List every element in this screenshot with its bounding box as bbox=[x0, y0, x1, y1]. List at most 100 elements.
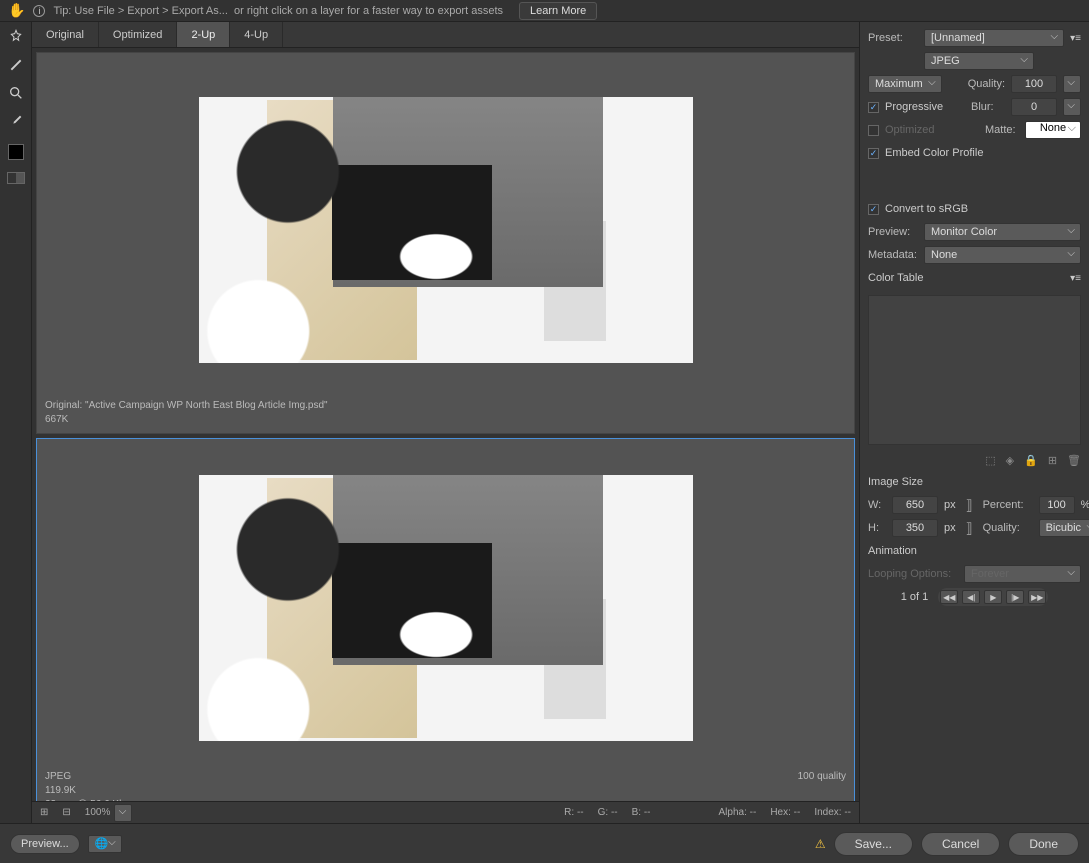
image-size-title: Image Size bbox=[868, 472, 1081, 492]
tab-2up[interactable]: 2-Up bbox=[177, 22, 230, 47]
metadata-label: Metadata: bbox=[868, 249, 918, 261]
optimized-label: Optimized bbox=[885, 124, 935, 136]
color-table-menu-icon[interactable]: ▾≡ bbox=[1070, 273, 1081, 284]
ct-icon-2[interactable]: ◈ bbox=[1006, 454, 1014, 467]
status-bar: ⊞ ⊟ 100% R: -- G: -- B: -- Alpha: -- Hex… bbox=[32, 801, 859, 823]
looping-select: Forever bbox=[964, 565, 1081, 583]
optimized-checkbox bbox=[868, 125, 879, 136]
width-label: W: bbox=[868, 499, 886, 511]
done-button[interactable]: Done bbox=[1008, 832, 1079, 856]
tab-4up[interactable]: 4-Up bbox=[230, 22, 283, 47]
optimized-quality: 100 quality bbox=[798, 770, 846, 784]
metadata-select[interactable]: None bbox=[924, 246, 1081, 264]
tab-optimized[interactable]: Optimized bbox=[99, 22, 178, 47]
compression-select[interactable]: Maximum bbox=[868, 75, 942, 93]
index-value: Index: -- bbox=[814, 807, 851, 818]
link-dimensions-icon[interactable]: ⟧ bbox=[962, 497, 977, 514]
zoom-value: 100% bbox=[85, 807, 111, 818]
resample-quality-label: Quality: bbox=[983, 522, 1033, 534]
matte-select[interactable]: None bbox=[1025, 121, 1081, 139]
eyedropper-tool[interactable] bbox=[4, 110, 28, 132]
g-value: G: -- bbox=[598, 807, 618, 818]
height-label: H: bbox=[868, 522, 886, 534]
layout-icon-1[interactable]: ⊞ bbox=[40, 807, 48, 818]
progressive-label: Progressive bbox=[885, 101, 943, 113]
preview-label: Preview: bbox=[868, 226, 918, 238]
cancel-button[interactable]: Cancel bbox=[921, 832, 1000, 856]
preview-button[interactable]: Preview... bbox=[10, 834, 80, 854]
width-input[interactable] bbox=[892, 496, 938, 514]
next-frame-button[interactable]: |▶ bbox=[1006, 590, 1024, 604]
original-preview-panel[interactable]: Original: "Active Campaign WP North East… bbox=[36, 52, 855, 434]
animation-title: Animation bbox=[868, 541, 1081, 561]
blur-label: Blur: bbox=[971, 101, 1005, 113]
hex-value: Hex: -- bbox=[770, 807, 800, 818]
zoom-tool[interactable] bbox=[4, 82, 28, 104]
blur-dropdown[interactable] bbox=[1063, 98, 1081, 116]
trash-icon[interactable]: 🗑 bbox=[1067, 454, 1081, 467]
format-select[interactable]: JPEG bbox=[924, 52, 1034, 70]
ct-icon-1[interactable]: ⬚ bbox=[985, 454, 995, 467]
percent-input[interactable] bbox=[1039, 496, 1075, 514]
preview-select[interactable]: Monitor Color bbox=[924, 223, 1081, 241]
height-unit: px bbox=[944, 522, 956, 534]
original-size: 667K bbox=[45, 413, 846, 427]
original-title: Original: "Active Campaign WP North East… bbox=[45, 399, 846, 413]
convert-srgb-checkbox[interactable] bbox=[868, 204, 879, 215]
preview-area: Original: "Active Campaign WP North East… bbox=[32, 48, 859, 823]
hand-icon: ✋ bbox=[8, 2, 25, 19]
view-tabs: Original Optimized 2-Up 4-Up bbox=[32, 22, 859, 48]
first-frame-button[interactable]: ◀◀ bbox=[940, 590, 958, 604]
height-input[interactable] bbox=[892, 519, 938, 537]
frame-indicator: 1 of 1 bbox=[901, 591, 929, 603]
play-button[interactable]: ▶ bbox=[984, 590, 1002, 604]
left-toolbar bbox=[0, 22, 32, 823]
link-dimensions-icon-2[interactable]: ⟧ bbox=[962, 520, 977, 537]
embed-profile-checkbox[interactable] bbox=[868, 148, 879, 159]
percent-label: Percent: bbox=[983, 499, 1033, 511]
width-unit: px bbox=[944, 499, 956, 511]
b-value: B: -- bbox=[632, 807, 651, 818]
slice-tool[interactable] bbox=[4, 54, 28, 76]
warning-icon[interactable]: ⚠ bbox=[815, 837, 826, 851]
color-table-title: Color Table bbox=[868, 268, 923, 288]
tip-text: Tip: Use File > Export > Export As... or… bbox=[53, 5, 503, 17]
optimized-preview-panel[interactable]: 100 quality JPEG 119.9K 23 sec @ 56.6 Kb… bbox=[36, 438, 855, 820]
percent-unit: % bbox=[1081, 499, 1089, 511]
top-tip-bar: ✋ i Tip: Use File > Export > Export As..… bbox=[0, 0, 1089, 22]
settings-panel: Preset: [Unnamed] ▾≡ JPEG Maximum Qualit… bbox=[859, 22, 1089, 823]
layout-icon-2[interactable]: ⊟ bbox=[62, 807, 70, 818]
quality-input[interactable] bbox=[1011, 75, 1057, 93]
tab-original[interactable]: Original bbox=[32, 22, 99, 47]
embed-profile-label: Embed Color Profile bbox=[885, 147, 983, 159]
color-table bbox=[868, 295, 1081, 445]
original-image bbox=[199, 97, 693, 363]
optimized-image bbox=[199, 475, 693, 741]
progressive-checkbox[interactable] bbox=[868, 102, 879, 113]
foreground-color-swatch[interactable] bbox=[8, 144, 24, 160]
browser-select[interactable]: 🌐 bbox=[88, 835, 122, 853]
lock-icon[interactable]: 🔒 bbox=[1024, 454, 1038, 467]
toggle-slices-icon[interactable] bbox=[7, 172, 25, 184]
zoom-select[interactable] bbox=[114, 804, 132, 822]
resample-select[interactable]: Bicubic bbox=[1039, 519, 1089, 537]
optimized-size: 119.9K bbox=[45, 784, 846, 798]
looping-label: Looping Options: bbox=[868, 568, 958, 580]
preset-select[interactable]: [Unnamed] bbox=[924, 29, 1064, 47]
quality-label: Quality: bbox=[968, 78, 1005, 90]
hand-tool[interactable] bbox=[4, 26, 28, 48]
last-frame-button[interactable]: ▶▶ bbox=[1028, 590, 1046, 604]
dialog-buttons: Preview... 🌐 ⚠ Save... Cancel Done bbox=[0, 823, 1089, 863]
preset-menu-icon[interactable]: ▾≡ bbox=[1070, 33, 1081, 44]
convert-srgb-label: Convert to sRGB bbox=[885, 203, 968, 215]
ct-new-icon[interactable]: ⊞ bbox=[1048, 454, 1057, 467]
alpha-value: Alpha: -- bbox=[719, 807, 757, 818]
blur-input[interactable] bbox=[1011, 98, 1057, 116]
save-button[interactable]: Save... bbox=[834, 832, 913, 856]
optimized-format: JPEG bbox=[45, 770, 846, 784]
quality-dropdown[interactable] bbox=[1063, 75, 1081, 93]
learn-more-button[interactable]: Learn More bbox=[519, 2, 597, 20]
matte-label: Matte: bbox=[985, 124, 1019, 136]
r-value: R: -- bbox=[564, 807, 583, 818]
prev-frame-button[interactable]: ◀| bbox=[962, 590, 980, 604]
